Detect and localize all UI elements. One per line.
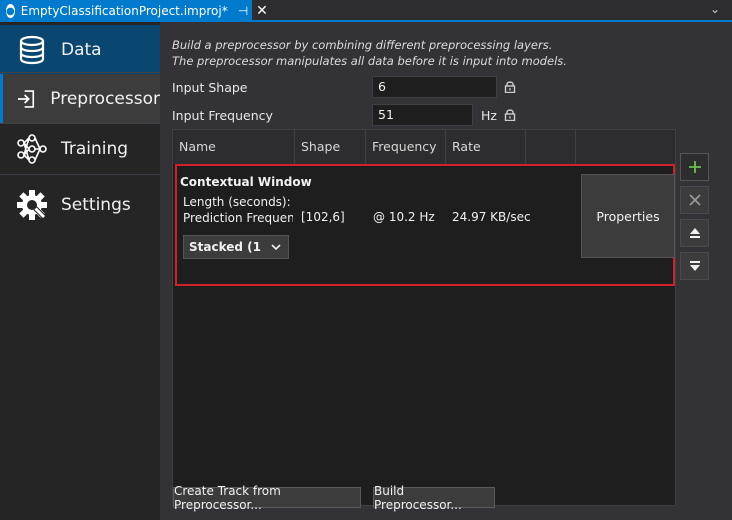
neural-network-icon <box>17 134 47 164</box>
sidebar-divider <box>0 72 160 73</box>
stacking-mode-dropdown[interactable]: Stacked (1 it <box>183 235 289 259</box>
lock-icon <box>504 81 516 93</box>
stacking-mode-value: Stacked (1 it <box>189 240 263 254</box>
table-header: Name Shape Frequency Rate <box>173 130 675 164</box>
build-preprocessor-button[interactable]: Build Preprocessor... <box>373 484 495 512</box>
description-line: The preprocessor manipulates all data be… <box>172 54 567 68</box>
move-layer-down-button[interactable] <box>680 252 709 280</box>
document-tab-title: EmptyClassificationProject.improj* <box>20 4 228 18</box>
document-tab-bar: ● EmptyClassificationProject.improj* ⊣ ✕… <box>0 0 732 22</box>
preprocessor-layers-table: Name Shape Frequency Rate Contextual Win… <box>172 129 676 506</box>
layer-frequency: @ 10.2 Hz <box>373 210 435 224</box>
close-icon <box>688 194 701 206</box>
sidebar-item-label: Settings <box>61 195 131 215</box>
sidebar-item-settings[interactable]: Settings <box>0 180 160 230</box>
layer-length: Length (seconds): 2 <box>183 195 293 209</box>
add-layer-button[interactable] <box>680 153 709 181</box>
column-header-name[interactable]: Name <box>173 130 295 164</box>
lock-icon <box>504 109 516 121</box>
move-up-icon <box>689 228 700 238</box>
plus-icon <box>688 161 701 173</box>
gear-icon <box>17 190 47 220</box>
input-shape-label: Input Shape <box>172 80 248 95</box>
sidebar-item-label: Training <box>61 139 129 159</box>
document-tab[interactable]: ● EmptyClassificationProject.improj* ⊣ ✕ <box>0 0 268 22</box>
pin-icon[interactable]: ⊣ <box>238 4 248 18</box>
layer-shape: [102,6] <box>301 210 345 224</box>
column-header-shape[interactable]: Shape <box>295 130 366 164</box>
document-icon: ● <box>6 4 15 18</box>
close-tab-icon[interactable]: ✕ <box>256 3 268 19</box>
frequency-unit: Hz <box>481 108 497 123</box>
sidebar: Data Preprocessor Training Settings <box>0 22 160 520</box>
chevron-down-icon <box>271 244 281 251</box>
database-icon <box>19 35 45 65</box>
input-shape-field[interactable]: 6 <box>372 76 497 98</box>
sidebar-item-label: Data <box>61 40 102 60</box>
sidebar-item-training[interactable]: Training <box>0 124 160 174</box>
column-header-empty <box>526 130 576 164</box>
input-frequency-label: Input Frequency <box>172 108 273 123</box>
input-frequency-field[interactable]: 51 <box>372 104 473 126</box>
remove-layer-button[interactable] <box>680 186 709 214</box>
description: Build a preprocessor by combining differ… <box>172 37 567 69</box>
sidebar-item-data[interactable]: Data <box>0 25 160 75</box>
sidebar-divider <box>0 174 160 175</box>
layer-prediction-frequency: Prediction Frequency <box>183 211 293 225</box>
preprocessor-panel: Build a preprocessor by combining differ… <box>160 22 732 520</box>
column-header-frequency[interactable]: Frequency <box>366 130 446 164</box>
layer-rate: 24.97 KB/sec <box>452 210 531 224</box>
sidebar-item-preprocessor[interactable]: Preprocessor <box>0 74 160 124</box>
column-header-rate[interactable]: Rate <box>446 130 526 164</box>
properties-button[interactable]: Properties <box>581 174 675 258</box>
move-layer-up-button[interactable] <box>680 219 709 247</box>
tab-dropdown-icon[interactable]: ⌄ <box>710 2 720 16</box>
table-row[interactable]: Contextual Window Length (seconds): 2 Pr… <box>175 164 675 286</box>
create-track-button[interactable]: Create Track from Preprocessor... <box>173 484 361 512</box>
import-icon <box>17 90 35 108</box>
move-down-icon <box>689 261 700 271</box>
layer-name: Contextual Window <box>180 175 312 189</box>
description-line: Build a preprocessor by combining differ… <box>172 38 553 52</box>
sidebar-item-label: Preprocessor <box>50 89 160 109</box>
